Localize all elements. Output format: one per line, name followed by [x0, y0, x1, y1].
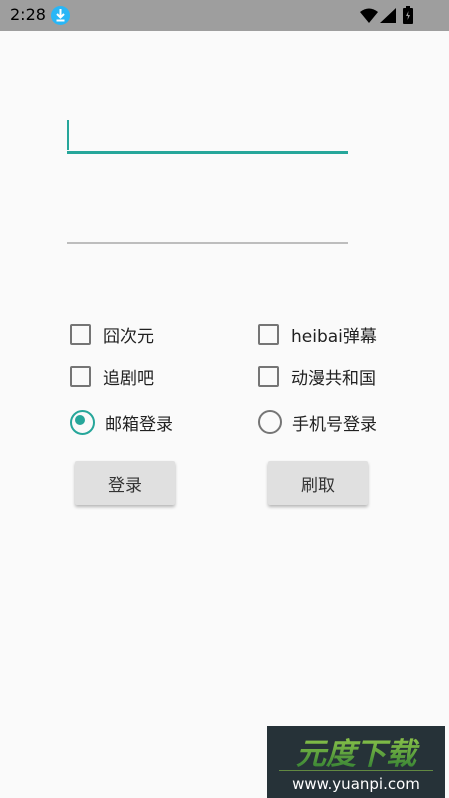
checkbox-heibai-danmu[interactable]: heibai弹幕 — [258, 320, 377, 348]
svg-text:元度下载: 元度下载 — [296, 737, 420, 772]
signal-icon — [380, 8, 396, 23]
checkbox-box[interactable] — [258, 365, 279, 387]
radio-circle[interactable] — [258, 410, 282, 434]
fetch-button[interactable]: 刷取 — [268, 461, 368, 505]
checkbox-box[interactable] — [258, 323, 279, 345]
checkbox-label: 囧次元 — [103, 326, 154, 347]
login-button[interactable]: 登录 — [75, 461, 175, 505]
password-input[interactable] — [67, 204, 348, 244]
battery-icon — [403, 6, 413, 24]
checkbox-box[interactable] — [70, 365, 91, 387]
checkbox-dongman-gongheguo[interactable]: 动漫共和国 — [258, 362, 376, 390]
text-cursor — [67, 120, 69, 150]
checkbox-jiongciyuan[interactable]: 囧次元 — [70, 320, 154, 348]
svg-text:www.yuanpi.com: www.yuanpi.com — [292, 775, 420, 793]
radio-email-login[interactable]: 邮箱登录 — [70, 408, 173, 436]
download-icon — [51, 6, 70, 25]
checkbox-label: 动漫共和国 — [291, 368, 376, 389]
radio-label: 邮箱登录 — [105, 414, 173, 435]
radio-circle-checked[interactable] — [70, 409, 95, 435]
wifi-icon — [360, 8, 378, 23]
radio-label: 手机号登录 — [292, 414, 377, 435]
username-input[interactable] — [67, 114, 348, 154]
status-bar: 2:28 — [0, 0, 449, 31]
checkbox-box[interactable] — [70, 323, 91, 345]
watermark-logo: 元度下载 www.yuanpi.com — [267, 726, 445, 798]
checkbox-label: heibai弹幕 — [291, 326, 377, 347]
checkbox-label: 追剧吧 — [103, 368, 154, 389]
checkbox-zhuijuba[interactable]: 追剧吧 — [70, 362, 154, 390]
status-time: 2:28 — [10, 5, 46, 24]
radio-phone-login[interactable]: 手机号登录 — [258, 408, 377, 436]
